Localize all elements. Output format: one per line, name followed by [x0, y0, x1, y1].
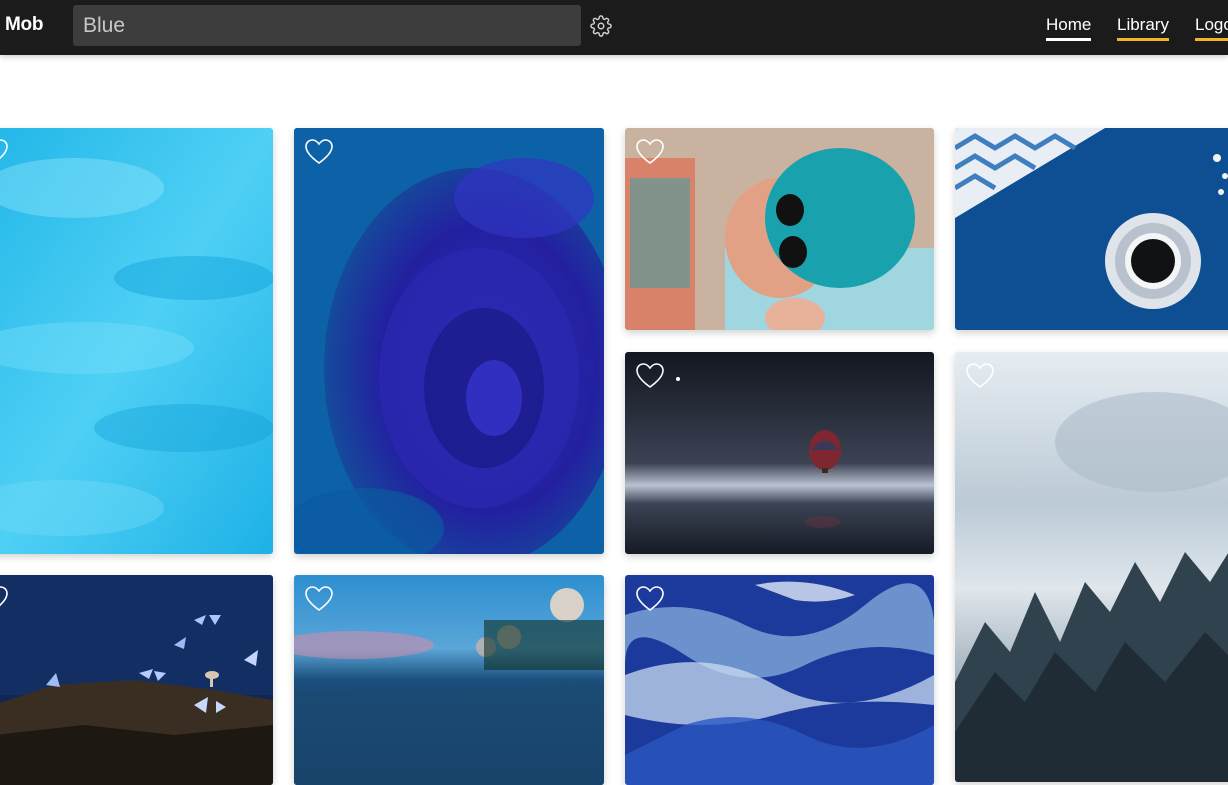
favorite-heart-icon[interactable] [0, 585, 9, 612]
image-card-water[interactable] [0, 128, 273, 554]
road-image [294, 575, 604, 785]
image-card-balloon[interactable] [625, 352, 934, 554]
favorite-heart-icon[interactable] [304, 138, 334, 165]
nav-home-underline [1046, 38, 1092, 41]
image-card-woman[interactable] [625, 128, 934, 330]
search-input[interactable] [73, 5, 581, 46]
favorite-heart-icon[interactable] [304, 585, 334, 612]
settings-gear-icon[interactable] [590, 15, 612, 37]
woman-image [625, 128, 934, 330]
brand-name: Mob [5, 14, 44, 35]
favorite-heart-icon[interactable] [635, 138, 665, 165]
waves-image [625, 575, 934, 785]
butterflies-image [0, 575, 273, 785]
balloon-image [625, 352, 934, 554]
image-card-waves[interactable] [625, 575, 934, 785]
top-bar: . Mob Home Library Logout [0, 0, 1228, 55]
image-card-road[interactable] [294, 575, 604, 785]
nav-home-link[interactable]: Home [1046, 15, 1092, 41]
image-card-rose[interactable] [294, 128, 604, 554]
image-card-coffee[interactable] [955, 128, 1228, 330]
image-card-butterflies[interactable] [0, 575, 273, 785]
favorite-heart-icon[interactable] [965, 362, 995, 389]
nav-logout-link[interactable]: Logout [1195, 15, 1228, 41]
nav-logout-label: Logout [1195, 15, 1228, 34]
image-gallery [0, 0, 1228, 785]
favorite-heart-icon[interactable] [0, 138, 9, 165]
nav-home-label: Home [1046, 15, 1092, 34]
forest-image [955, 352, 1228, 782]
favorite-heart-icon[interactable] [635, 585, 665, 612]
image-card-forest[interactable] [955, 352, 1228, 782]
nav-library-link[interactable]: Library [1117, 15, 1169, 41]
rose-image [294, 128, 604, 554]
coffee-image [955, 128, 1228, 330]
favorite-heart-icon[interactable] [635, 362, 665, 389]
nav-library-underline [1117, 38, 1169, 41]
nav-library-label: Library [1117, 15, 1169, 34]
brand-logo[interactable]: . Mob [0, 14, 43, 36]
water-image [0, 128, 273, 554]
nav-logout-underline [1195, 38, 1228, 41]
